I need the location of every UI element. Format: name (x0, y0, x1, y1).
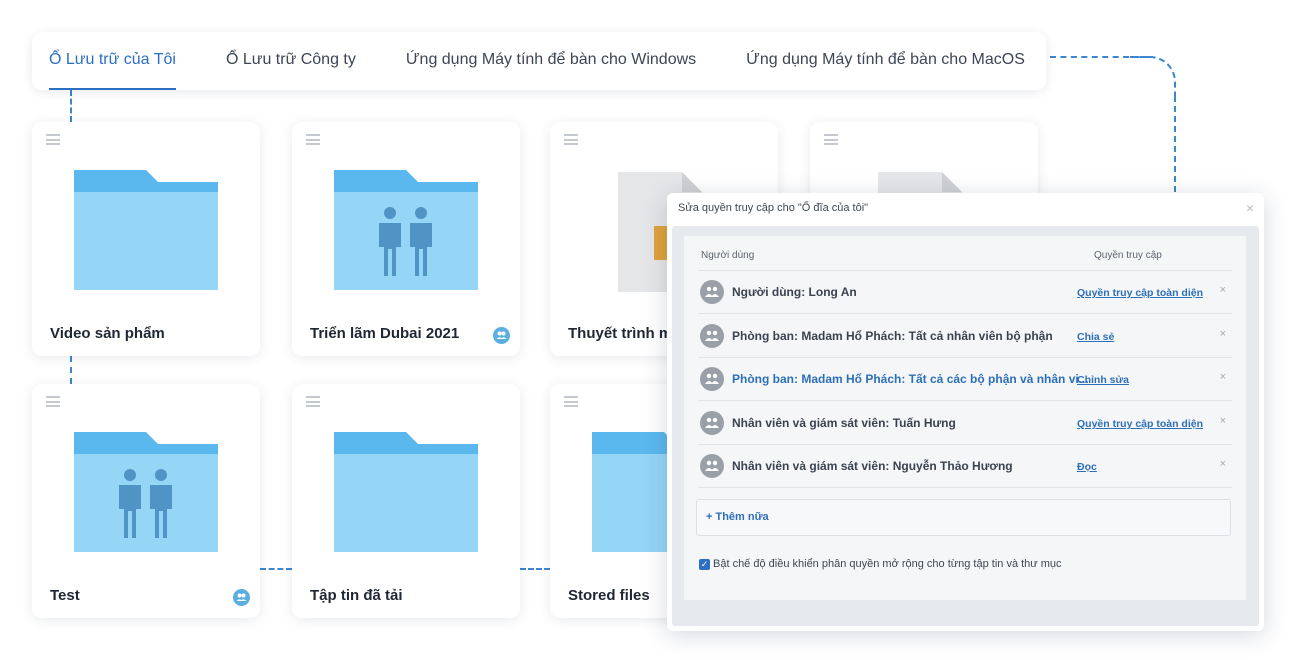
user-name: Phòng ban: Madam Hổ Phách: Tất cả các bộ… (732, 372, 1089, 386)
permission-link[interactable]: Đọc (1077, 461, 1097, 473)
menu-icon[interactable] (564, 396, 578, 407)
permissions-panel: Người dùng Quyền truy cập Người dùng: Lo… (684, 236, 1246, 600)
tab-my-drive[interactable]: Ổ Lưu trữ của Tôi (49, 32, 176, 90)
connector-line (70, 356, 72, 384)
extended-permissions-checkbox[interactable]: ✓ (699, 558, 710, 570)
add-more-button[interactable]: + Thêm nữa (696, 499, 1231, 536)
folder-icon (334, 432, 478, 552)
shared-folder-icon (74, 432, 218, 552)
connector-line (520, 568, 550, 570)
card-title: Stored files (568, 587, 650, 604)
permission-row: Người dùng: Long An Quyền truy cập toàn … (698, 271, 1232, 314)
shared-folder-icon (334, 170, 478, 290)
permission-row: Phòng ban: Madam Hổ Phách: Tất cả nhân v… (698, 315, 1232, 358)
folder-icon (74, 170, 218, 290)
permission-link[interactable]: Chia sẻ (1077, 331, 1114, 343)
access-permission-dialog: Sửa quyền truy cập cho "Ổ đĩa của tôi" ×… (667, 193, 1264, 631)
menu-icon[interactable] (46, 396, 60, 407)
close-icon[interactable]: × (1246, 200, 1254, 216)
user-name: Nhân viên và giám sát viên: Nguyễn Thảo … (732, 459, 1013, 473)
connector-line (260, 568, 292, 570)
menu-icon[interactable] (306, 396, 320, 407)
connector-line (1174, 96, 1176, 192)
card-title: Tập tin đã tải (310, 587, 403, 604)
remove-icon[interactable]: × (1220, 415, 1226, 427)
user-name: Nhân viên và giám sát viên: Tuấn Hưng (732, 416, 956, 430)
folder-card[interactable]: Video sản phẩm (32, 122, 260, 356)
permission-row: Nhân viên và giám sát viên: Tuấn Hưng Qu… (698, 402, 1232, 445)
user-name: Phòng ban: Madam Hổ Phách: Tất cả nhân v… (732, 329, 1053, 343)
remove-icon[interactable]: × (1220, 371, 1226, 383)
extended-permissions-option: ✓ Bật chế độ điều khiển phân quyền mở rộ… (699, 558, 1062, 570)
shared-users-icon (233, 589, 250, 606)
permission-link[interactable]: Chỉnh sửa (1077, 374, 1129, 386)
user-group-icon (700, 411, 724, 435)
menu-icon[interactable] (306, 134, 320, 145)
remove-icon[interactable]: × (1220, 284, 1226, 296)
card-title: Triển lãm Dubai 2021 (310, 325, 460, 342)
permission-link[interactable]: Quyền truy cập toàn diện (1077, 418, 1203, 430)
tab-company-drive[interactable]: Ổ Lưu trữ Công ty (226, 32, 356, 90)
card-title: Test (50, 587, 80, 604)
folder-card[interactable]: Test (32, 384, 260, 618)
user-group-icon (700, 324, 724, 348)
checkbox-label: Bật chế độ điều khiển phân quyền mở rộng… (713, 558, 1062, 570)
card-title: Thuyết trình m (568, 325, 673, 342)
dialog-title: Sửa quyền truy cập cho "Ổ đĩa của tôi" (678, 202, 869, 214)
menu-icon[interactable] (824, 134, 838, 145)
drive-tabs: Ổ Lưu trữ của Tôi Ổ Lưu trữ Công ty Ứng … (32, 32, 1046, 90)
connector-curve (1130, 56, 1176, 96)
card-title: Video sản phẩm (50, 325, 165, 342)
permission-row: Phòng ban: Madam Hổ Phách: Tất cả các bộ… (698, 358, 1232, 401)
permission-link[interactable]: Quyền truy cập toàn diện (1077, 287, 1203, 299)
folder-card[interactable]: Tập tin đã tải (292, 384, 520, 618)
menu-icon[interactable] (46, 134, 60, 145)
dialog-body: Người dùng Quyền truy cập Người dùng: Lo… (672, 226, 1259, 626)
shared-users-icon (493, 327, 510, 344)
user-name: Người dùng: Long An (732, 285, 857, 299)
user-group-icon (700, 454, 724, 478)
permission-row: Nhân viên và giám sát viên: Nguyễn Thảo … (698, 445, 1232, 488)
user-group-icon (700, 280, 724, 304)
remove-icon[interactable]: × (1220, 458, 1226, 470)
column-header-access: Quyền truy cập (1094, 250, 1162, 261)
menu-icon[interactable] (564, 134, 578, 145)
tab-windows-app[interactable]: Ứng dụng Máy tính để bàn cho Windows (406, 32, 696, 90)
tab-macos-app[interactable]: Ứng dụng Máy tính để bàn cho MacOS (746, 32, 1025, 90)
column-header-user: Người dùng (701, 250, 755, 261)
folder-card[interactable]: Triển lãm Dubai 2021 (292, 122, 520, 356)
user-group-icon (700, 367, 724, 391)
connector-line (70, 90, 72, 122)
remove-icon[interactable]: × (1220, 328, 1226, 340)
